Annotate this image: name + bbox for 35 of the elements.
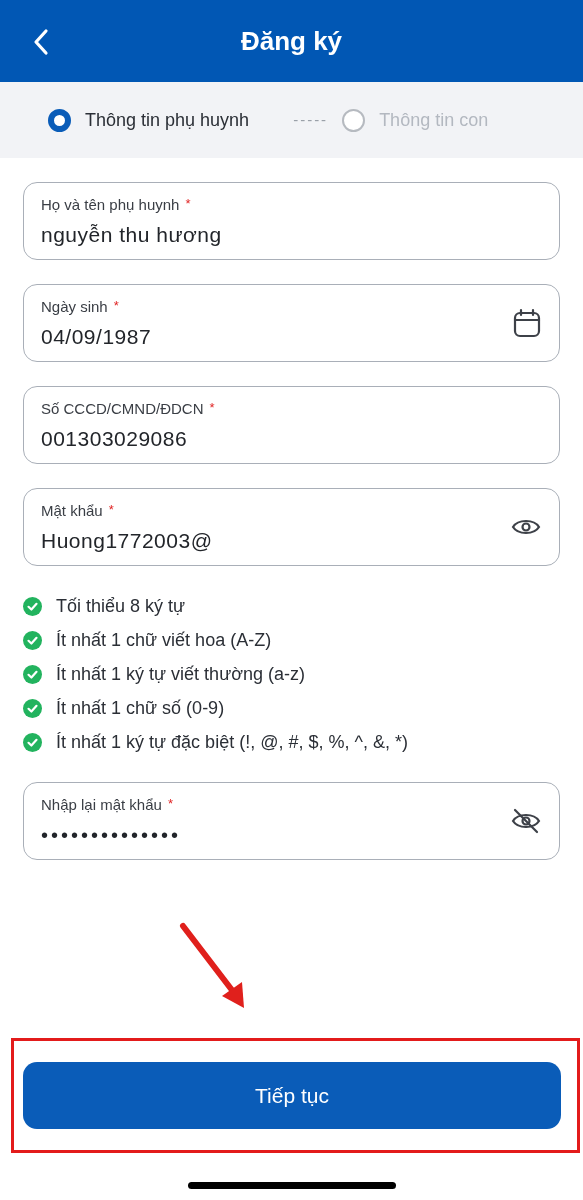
password-rule: Ít nhất 1 chữ số (0-9) (56, 696, 225, 720)
input-field[interactable]: Mật khẩu * Huong1772003@ (23, 488, 560, 566)
input-field[interactable]: Nhập lại mật khẩu * •••••••••••••• (23, 782, 560, 860)
calendar-icon[interactable] (513, 308, 541, 338)
required-mark: * (113, 296, 119, 315)
page-title: Đăng ký (240, 24, 343, 58)
required-mark: * (167, 794, 173, 813)
step-label: Thông tin con (379, 108, 489, 132)
field-label: Nhập lại mật khẩu (41, 794, 162, 815)
password-rule: Ít nhất 1 ký tự đặc biệt (!, @, #, $, %, ^, &, *) (56, 730, 408, 754)
field-value: 001303029086 (41, 426, 189, 453)
password-rule: Tối thiểu 8 ký tự (56, 594, 186, 618)
field-value: Huong1772003@ (41, 528, 214, 555)
step-radio[interactable] (48, 108, 71, 132)
field-value: 04/09/1987 (41, 324, 153, 351)
input-field[interactable]: Họ và tên phụ huynh * nguyễn thu hương (23, 182, 560, 260)
field-label: Ngày sinh (41, 296, 108, 317)
field-value: •••••••••••••• (41, 823, 183, 849)
required-mark: * (185, 194, 191, 213)
field-value: nguyễn thu hương (41, 222, 223, 249)
step-label: Thông tin phụ huynh (85, 108, 250, 132)
required-mark: * (108, 500, 114, 519)
back-icon (33, 28, 49, 56)
input-field[interactable]: Ngày sinh * 04/09/1987 (23, 284, 560, 362)
field-label: Họ và tên phụ huynh (41, 194, 180, 215)
step-radio[interactable] (342, 108, 366, 132)
required-mark: * (209, 398, 215, 417)
password-rule: Ít nhất 1 ký tự viết thường (a-z) (56, 662, 305, 686)
field-label: Mật khẩu (41, 500, 103, 521)
step-connector: ----- (293, 109, 329, 130)
eye-slash-icon[interactable] (511, 807, 541, 835)
password-rule: Ít nhất 1 chữ viết hoa (A-Z) (56, 628, 272, 652)
input-field[interactable]: Số CCCD/CMND/ĐDCN * 001303029086 (23, 386, 560, 464)
field-label: Số CCCD/CMND/ĐDCN (41, 398, 204, 419)
continue-button[interactable]: Tiếp tục (23, 1062, 561, 1129)
